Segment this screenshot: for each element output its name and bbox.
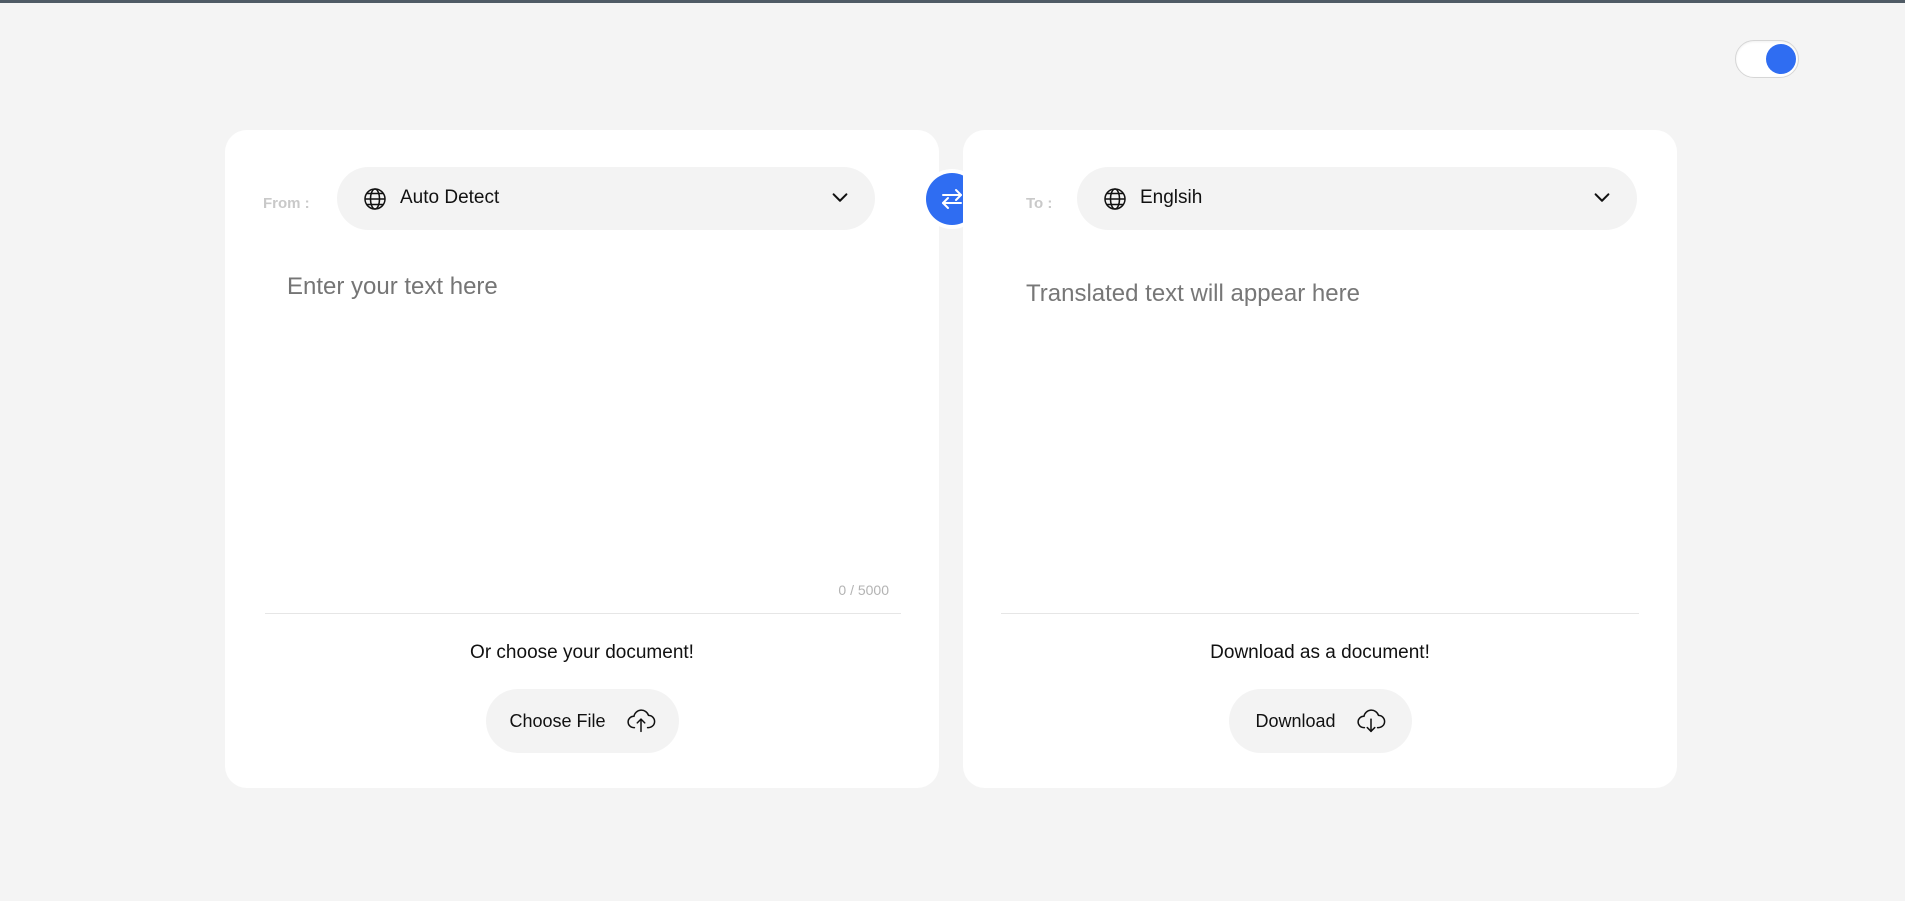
cloud-download-icon [1356,709,1385,733]
target-panel: To : Englsih Translated text will appear… [963,130,1677,788]
chevron-down-icon [1594,193,1610,202]
source-language-select[interactable]: Auto Detect [337,167,875,230]
target-language-select[interactable]: Englsih [1077,167,1637,230]
source-text-input[interactable] [287,273,877,573]
theme-toggle[interactable] [1735,40,1799,78]
source-language-value: Auto Detect [400,187,500,208]
globe-icon [364,188,386,210]
source-panel: From : Auto Detect 0 / 5000 Or choose yo… [225,130,939,788]
source-language-label: From : [263,195,310,212]
download-button[interactable]: Download [1229,689,1412,753]
swap-arrows-icon [942,189,962,209]
translated-text-output: Translated text will appear here [1026,280,1360,307]
character-counter: 0 / 5000 [838,582,889,598]
download-caption: Download as a document! [1210,642,1430,663]
cloud-upload-icon [626,709,655,733]
target-language-value: Englsih [1140,187,1203,208]
divider [1001,613,1639,614]
target-language-label: To : [1026,195,1053,212]
chevron-down-icon [832,193,848,202]
divider [265,613,901,614]
download-label: Download [1255,710,1336,731]
upload-caption: Or choose your document! [470,642,694,663]
choose-file-button[interactable]: Choose File [486,689,679,753]
choose-file-label: Choose File [509,710,606,731]
toggle-knob [1766,44,1796,74]
top-border [0,0,1905,3]
globe-icon [1104,188,1126,210]
